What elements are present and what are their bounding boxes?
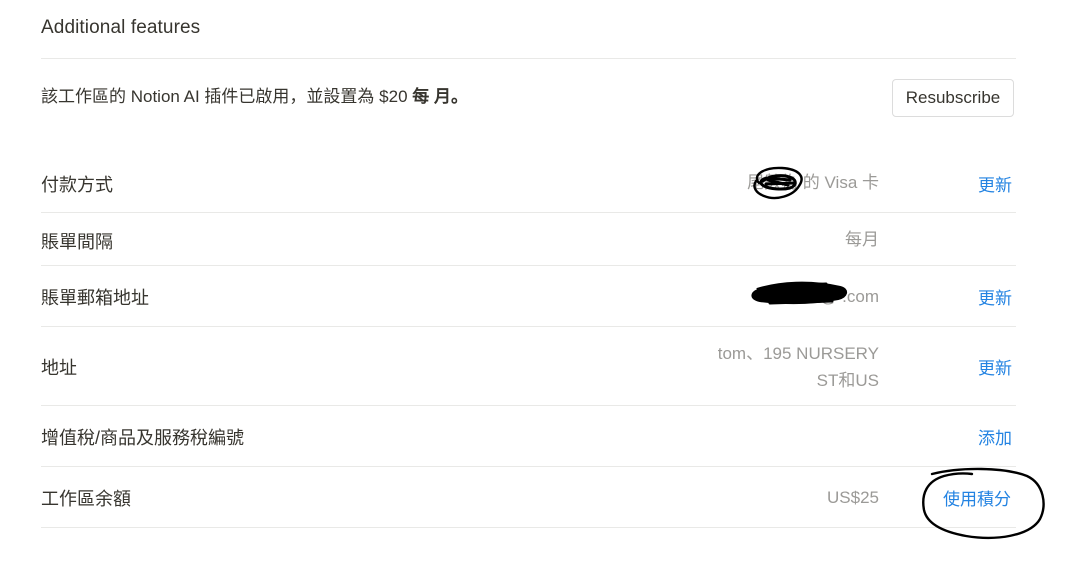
add-tax-id-link[interactable]: 添加 [978, 424, 1012, 449]
tax-id-row: 增值稅/商品及服務稅編號 添加 [41, 406, 1016, 467]
billing-settings-list: 付款方式 尾數為 的 Visa 卡 更新 賬單間隔 每月 賬單郵箱地址 bbb@… [41, 152, 1016, 528]
billing-interval-value: 每月 [845, 230, 879, 249]
billing-interval-label: 賬單間隔 [41, 232, 113, 252]
address-row: 地址 tom、195 NURSERY ST和US 更新 [41, 327, 1016, 406]
section-title: Additional features [41, 17, 201, 38]
address-label: 地址 [41, 358, 77, 378]
use-credits-link[interactable]: 使用積分 [943, 485, 1011, 510]
update-billing-email-link[interactable]: 更新 [978, 284, 1012, 309]
billing-email-value: bbb@ .com [791, 287, 879, 306]
address-value: tom、195 NURSERY ST和US [718, 340, 879, 394]
address-line-1: tom、195 NURSERY [717, 344, 879, 363]
payment-method-value: 尾數為 的 Visa 卡 [747, 173, 879, 192]
section-title-divider [41, 58, 1016, 59]
payment-method-row: 付款方式 尾數為 的 Visa 卡 更新 [41, 152, 1016, 213]
payment-method-label: 付款方式 [41, 175, 113, 195]
addon-status-text: 該工作區的 Notion AI 插件已啟用，並設置為 $20 每 月。 [41, 82, 468, 107]
billing-interval-row: 賬單間隔 每月 [41, 213, 1016, 266]
workspace-balance-label: 工作區余額 [41, 489, 131, 509]
tax-id-label: 增值稅/商品及服務稅編號 [41, 428, 244, 448]
addon-status-prefix: 該工作區的 Notion AI 插件已啟用，並設置為 $20 [41, 87, 413, 106]
resubscribe-button[interactable]: Resubscribe [892, 79, 1014, 117]
workspace-balance-value: US$25 [827, 488, 879, 507]
billing-email-row: 賬單郵箱地址 bbb@ .com 更新 [41, 266, 1016, 327]
addon-status-interval: 每 月。 [412, 87, 468, 106]
billing-email-label: 賬單郵箱地址 [41, 288, 149, 308]
update-address-link[interactable]: 更新 [978, 354, 1012, 379]
workspace-balance-row: 工作區余額 US$25 使用積分 [41, 467, 1016, 528]
update-payment-method-link[interactable]: 更新 [978, 171, 1012, 196]
address-line-2: ST和US [816, 371, 879, 390]
